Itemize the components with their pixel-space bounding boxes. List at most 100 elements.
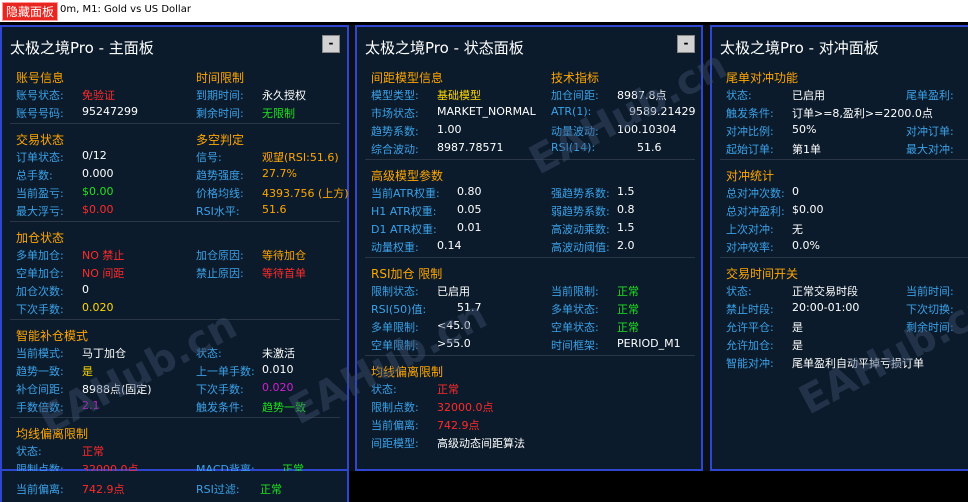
model-type-value: 基础模型 xyxy=(437,89,481,102)
trend-strength-label: 趋势强度: xyxy=(196,169,244,182)
divider xyxy=(10,319,340,320)
short-add-label: 空单加仓: xyxy=(16,267,64,280)
smart-state-value: 未激活 xyxy=(262,347,295,360)
add-reason-value: 等待加仓 xyxy=(262,249,306,262)
rsi-level-label: RSI水平: xyxy=(196,205,240,218)
long-add-label: 多单加仓: xyxy=(16,249,64,262)
section-grid-model: 间距模型信息 xyxy=(371,71,444,85)
last-hedge-value: 无 xyxy=(792,223,803,236)
section-trade-status: 交易状态 xyxy=(16,133,65,147)
momentum-weight-value: 0.14 xyxy=(437,239,462,252)
max-float-label: 最大浮亏: xyxy=(16,205,64,218)
current-profit-value: $0.00 xyxy=(82,185,114,198)
ma-state-value: 正常 xyxy=(82,445,104,458)
ban-reason-value: 等待首单 xyxy=(262,267,306,280)
current-mode-label: 当前模式: xyxy=(16,347,64,360)
section-hedge-function: 尾单对冲功能 xyxy=(726,71,799,85)
ban-period-label: 禁止时段: xyxy=(726,303,774,316)
add-reason-label: 加仓原因: xyxy=(196,249,244,262)
hedge-panel-title: 太极之境Pro - 对冲面板 xyxy=(720,39,879,57)
divider xyxy=(10,123,340,124)
hedge-trigger-label: 触发条件: xyxy=(726,107,774,120)
orders-label: 订单状态: xyxy=(16,151,64,164)
current-limit-value: 正常 xyxy=(617,285,639,298)
status-panel-title: 太极之境Pro - 状态面板 xyxy=(365,39,524,57)
ban-period-value: 20:00-01:00 xyxy=(792,301,860,314)
orders-value: 0/12 xyxy=(82,149,107,162)
add-count-value: 0 xyxy=(82,283,89,296)
ma-limit-label: 限制点数: xyxy=(371,401,419,414)
h1-atr-weight-value: 0.05 xyxy=(457,203,482,216)
total-wave-value: 8987.78571 xyxy=(437,141,504,154)
account-number-label: 账号号码: xyxy=(16,107,64,120)
max-float-value: $0.00 xyxy=(82,203,114,216)
signal-label: 信号: xyxy=(196,151,222,164)
minimize-button[interactable]: - xyxy=(322,35,340,53)
section-smart-mode: 智能补仓模式 xyxy=(16,329,89,343)
hedge-eff-value: 0.0% xyxy=(792,239,820,252)
section-time-limit: 时间限制 xyxy=(196,71,245,85)
next-lot-label: 下次手数: xyxy=(16,303,64,316)
smart-hedge-label: 智能对冲: xyxy=(726,357,774,370)
divider xyxy=(365,257,695,258)
total-lots-value: 0.000 xyxy=(82,167,114,180)
total-lots-label: 总手数: xyxy=(16,169,53,182)
total-wave-label: 综合波动: xyxy=(371,143,419,156)
account-status-label: 账号状态: xyxy=(16,89,64,102)
high-vol-mult-label: 高波动乘数: xyxy=(551,223,610,236)
last-hedge-label: 上次对冲: xyxy=(726,223,774,236)
allow-close-value: 是 xyxy=(792,321,803,334)
high-vol-mult-value: 1.5 xyxy=(617,221,635,234)
time-state-label: 状态: xyxy=(726,285,752,298)
hide-panel-button[interactable]: 隐藏面板 xyxy=(2,2,59,21)
start-order-label: 起始订单: xyxy=(726,143,774,156)
weak-trend-value: 0.8 xyxy=(617,203,635,216)
hedge-order-label: 对冲订单: xyxy=(906,125,954,138)
divider xyxy=(10,221,340,222)
hedge-state-value: 已启用 xyxy=(792,89,825,102)
ban-reason-label: 禁止原因: xyxy=(196,267,244,280)
allow-add-value: 是 xyxy=(792,339,803,352)
minimize-button[interactable]: - xyxy=(677,35,695,53)
main-panel-title: 太极之境Pro - 主面板 xyxy=(10,39,154,57)
hedge-trigger-value: 订单>=8,盈利>=2200.0点 xyxy=(792,107,933,120)
current-profit-label: 当前盈亏: xyxy=(16,187,64,200)
next-lot-value: 0.020 xyxy=(82,301,114,314)
current-limit-label: 当前限制: xyxy=(551,285,599,298)
time-state-value: 正常交易时段 xyxy=(792,285,858,298)
d1-atr-weight-label: D1 ATR权重: xyxy=(371,223,437,236)
ma-state-label: 状态: xyxy=(16,445,42,458)
atr-weight-label: 当前ATR权重: xyxy=(371,187,440,200)
grid-model-label: 间距模型: xyxy=(371,437,419,450)
ma-current-label: 当前偏离: xyxy=(16,483,64,496)
market-state-label: 市场状态: xyxy=(371,107,419,120)
allow-close-label: 允许平仓: xyxy=(726,321,774,334)
main-panel-overflow: 当前偏离: 742.9点 RSI过滤: 正常 xyxy=(0,471,349,502)
rsi50-label: RSI(50)值: xyxy=(371,303,427,316)
max-hedge-label: 最大对冲: xyxy=(906,143,954,156)
remaining-value: 无限制 xyxy=(262,107,295,120)
short-add-value: NO 间距 xyxy=(82,267,125,280)
hedge-profit-value: $0.00 xyxy=(792,203,824,216)
hedge-count-label: 总对冲次数: xyxy=(726,187,785,200)
section-trade-time: 交易时间开关 xyxy=(726,267,799,281)
chart-header-bar: 隐藏面板 0m, M1: Gold vs US Dollar xyxy=(0,0,968,22)
tail-profit-label: 尾单盈利: xyxy=(906,89,954,102)
ma-limit-value: 32000.0点 xyxy=(437,401,494,414)
start-order-value: 第1单 xyxy=(792,143,821,156)
section-advanced-params: 高级模型参数 xyxy=(371,169,444,183)
strong-trend-label: 强趋势系数: xyxy=(551,187,610,200)
ma-current-value: 742.9点 xyxy=(82,483,125,496)
trend-coef-value: 1.00 xyxy=(437,123,462,136)
strong-trend-value: 1.5 xyxy=(617,185,635,198)
hedge-state-label: 状态: xyxy=(726,89,752,102)
high-vol-threshold-label: 高波动阈值: xyxy=(551,241,610,254)
short-state-label: 空单状态: xyxy=(551,321,599,334)
hedge-profit-label: 总对冲盈利: xyxy=(726,205,785,218)
expiry-value: 永久授权 xyxy=(262,89,306,102)
d1-atr-weight-value: 0.01 xyxy=(457,221,482,234)
current-time-label: 当前时间: xyxy=(906,285,954,298)
market-state-value: MARKET_NORMAL xyxy=(437,105,536,118)
chart-symbol-label: 0m, M1: Gold vs US Dollar xyxy=(60,4,191,15)
ma-current-label: 当前偏离: xyxy=(371,419,419,432)
